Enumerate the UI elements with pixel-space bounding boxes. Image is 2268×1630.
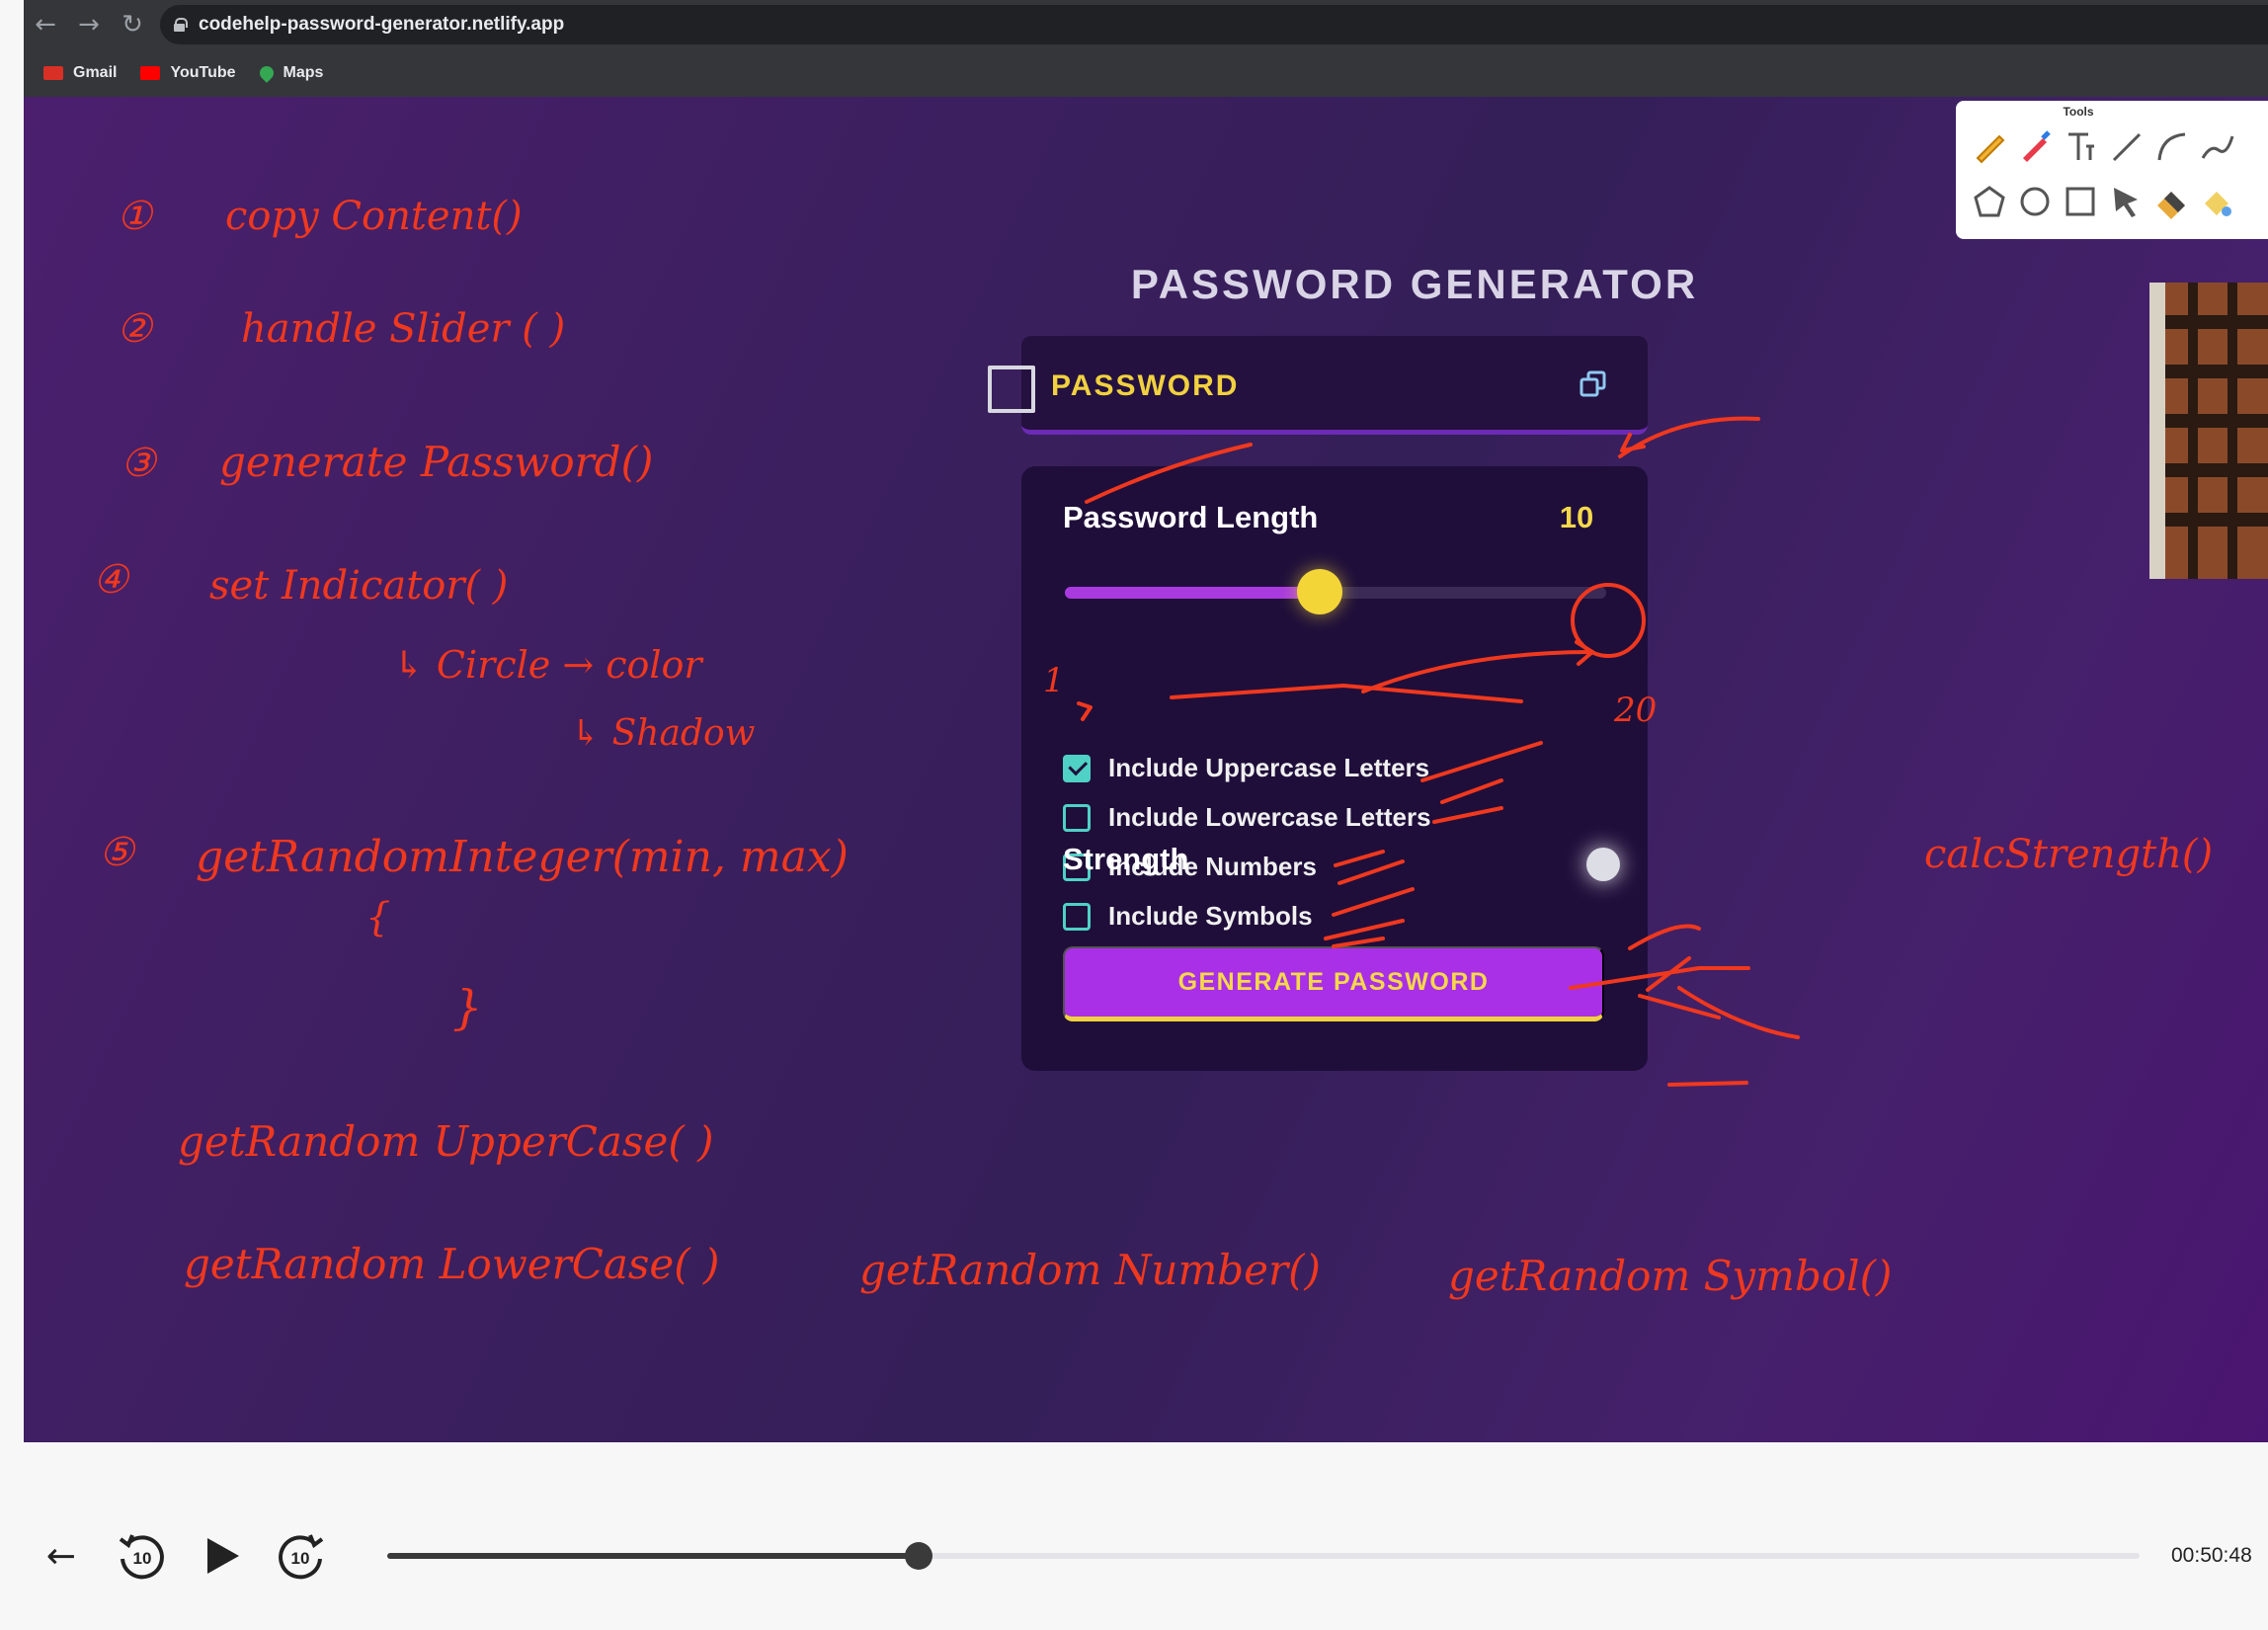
back-arrow-icon[interactable]: ←: [40, 1534, 83, 1578]
generate-password-button[interactable]: GENERATE PASSWORD: [1063, 946, 1604, 1021]
square-icon[interactable]: [2061, 182, 2100, 221]
pencil-icon[interactable]: [1970, 126, 2009, 166]
strength-label: Strength: [1063, 842, 1189, 876]
browser-chrome: ← → ↻ codehelp-password-generator.netlif…: [24, 0, 2268, 97]
play-icon[interactable]: [200, 1534, 243, 1578]
option-label: Include Symbols: [1108, 901, 1313, 931]
forward-10-icon[interactable]: 10: [273, 1529, 328, 1585]
curve-icon[interactable]: [2197, 126, 2236, 166]
forward-arrow-icon[interactable]: →: [67, 3, 111, 46]
bookmark-label: Maps: [283, 64, 324, 81]
webcam-thumbnail: [2149, 283, 2268, 579]
reload-icon[interactable]: ↻: [111, 3, 154, 46]
bookmark-maps[interactable]: Maps: [256, 63, 324, 83]
app-title: PASSWORD GENERATOR: [1130, 261, 1699, 307]
copy-icon[interactable]: [1579, 369, 1608, 399]
url-bar[interactable]: codehelp-password-generator.netlify.app: [160, 5, 2268, 44]
option-label: Include Lowercase Letters: [1108, 802, 1431, 832]
youtube-icon: [140, 66, 161, 80]
bookmark-youtube[interactable]: YouTube: [140, 64, 236, 82]
bookmark-label: Gmail: [73, 64, 118, 81]
lock-icon: [174, 18, 188, 32]
option-uppercase[interactable]: Include Uppercase Letters: [1063, 753, 1429, 783]
length-label: Password Length: [1063, 500, 1319, 534]
bookmark-gmail[interactable]: Gmail: [43, 64, 117, 82]
gmail-icon: [43, 66, 63, 80]
seek-thumb[interactable]: [904, 1542, 932, 1570]
password-placeholder: PASSWORD: [1051, 369, 1240, 402]
strength-indicator: [1586, 848, 1620, 881]
checkbox-uppercase[interactable]: [1063, 754, 1091, 782]
line-icon[interactable]: [2106, 126, 2146, 166]
slider-thumb[interactable]: [1296, 569, 1342, 614]
video-player-controls: [0, 1472, 2268, 1630]
rewind-seconds: 10: [133, 1549, 152, 1568]
pointer-icon[interactable]: [2106, 182, 2146, 221]
slider-fill: [1065, 587, 1320, 599]
circle-icon[interactable]: [2015, 182, 2055, 221]
bookmark-label: YouTube: [170, 64, 236, 81]
highlighter-icon[interactable]: [2015, 126, 2055, 166]
webcam-background: [2149, 283, 2268, 579]
password-checkbox[interactable]: [988, 366, 1035, 413]
bookmarks-bar: Gmail YouTube Maps: [24, 51, 2268, 95]
option-symbols[interactable]: Include Symbols: [1063, 901, 1313, 932]
rewind-10-icon[interactable]: 10: [115, 1529, 170, 1585]
option-label: Include Uppercase Letters: [1108, 753, 1430, 782]
timecode: 00:50:48: [2171, 1544, 2252, 1567]
eraser-icon[interactable]: [2151, 182, 2191, 221]
text-icon[interactable]: [2061, 126, 2100, 166]
checkbox-lowercase[interactable]: [1063, 803, 1091, 832]
url-text: codehelp-password-generator.netlify.app: [199, 14, 565, 35]
checkbox-symbols[interactable]: [1063, 902, 1091, 931]
tools-palette: Tools: [1956, 101, 2268, 239]
tools-title: Tools: [2063, 105, 2094, 119]
seek-bar[interactable]: [387, 1553, 2140, 1559]
pentagon-icon[interactable]: [1970, 182, 2009, 221]
maps-pin-icon: [256, 63, 277, 83]
seek-progress: [387, 1553, 919, 1559]
arc-icon[interactable]: [2151, 126, 2191, 166]
option-lowercase[interactable]: Include Lowercase Letters: [1063, 802, 1431, 833]
forward-seconds: 10: [291, 1549, 310, 1568]
back-arrow-icon[interactable]: ←: [24, 3, 67, 46]
address-bar-row: ← → ↻ codehelp-password-generator.netlif…: [24, 0, 2268, 49]
length-value: 10: [1559, 500, 1594, 534]
fill-icon[interactable]: [2197, 182, 2236, 221]
screen: ← → ↻ codehelp-password-generator.netlif…: [0, 0, 2268, 1630]
